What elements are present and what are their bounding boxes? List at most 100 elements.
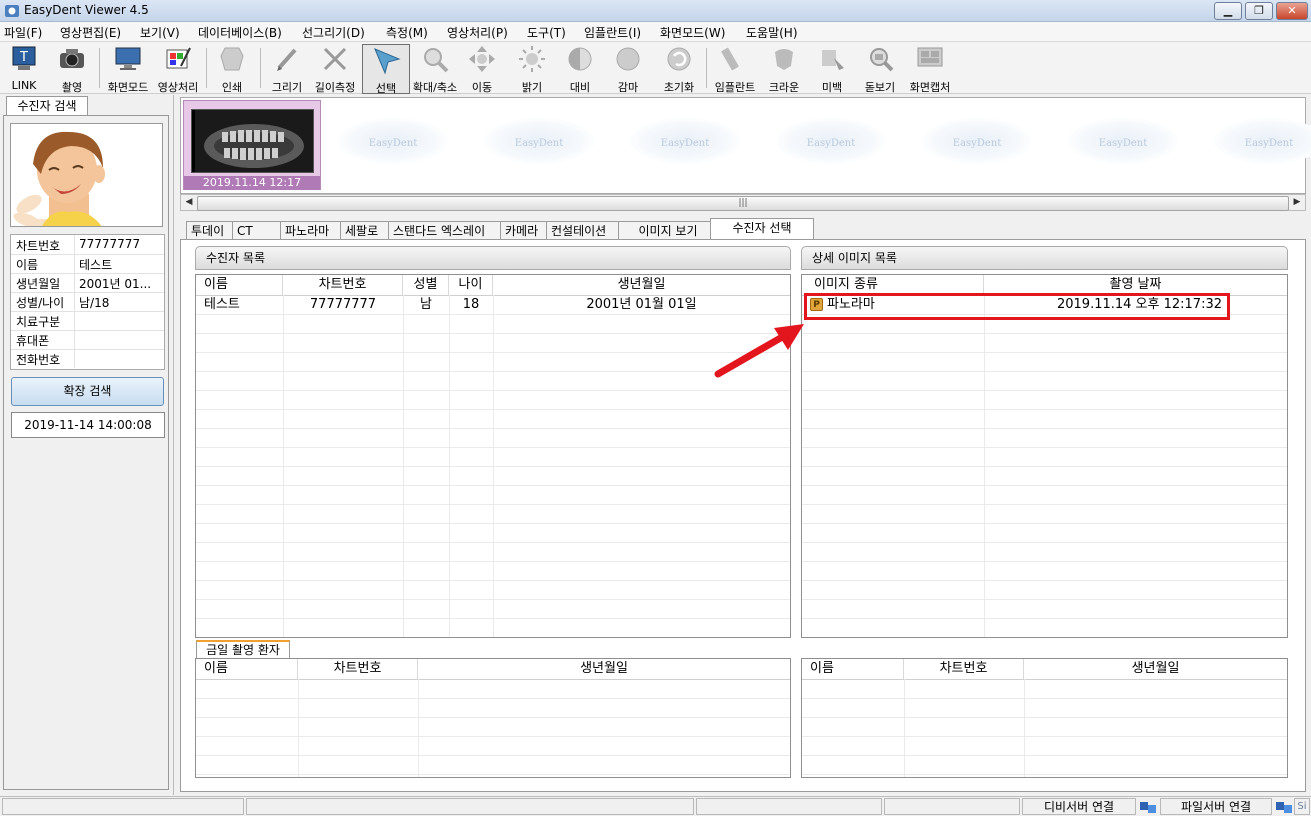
move-button[interactable]: 이동	[462, 44, 502, 94]
col-sex[interactable]: 성별	[403, 275, 449, 295]
tab-consultation[interactable]: 컨설테이션	[546, 221, 626, 241]
empty-slot-watermark: EasyDent	[333, 118, 453, 178]
scroll-left-icon[interactable]: ◀	[182, 196, 196, 209]
print-button[interactable]: 인쇄	[213, 44, 251, 94]
close-button[interactable]: ✕	[1276, 2, 1308, 20]
implant-button[interactable]: 임플란트	[711, 44, 759, 94]
col-birth[interactable]: 생년월일	[493, 275, 790, 295]
col-birth[interactable]: 생년월일	[1024, 659, 1287, 679]
file-server-status: 파일서버 연결	[1160, 798, 1272, 815]
whitening-button[interactable]: 미백	[812, 44, 852, 94]
gamma-icon	[616, 47, 640, 71]
measure-button[interactable]: 길이측정	[312, 44, 358, 94]
tab-standard-xray[interactable]: 스탠다드 엑스레이	[388, 221, 508, 241]
menu-tools[interactable]: 도구(T)	[527, 24, 566, 41]
patient-avatar-illustration	[11, 124, 162, 226]
db-connection-icon	[1140, 802, 1156, 813]
minimize-button[interactable]: ▁	[1214, 2, 1242, 20]
table-row[interactable]: 테스트 77777777 남 18 2001년 01월 01일	[196, 295, 790, 315]
brightness-button[interactable]: 밝기	[512, 44, 552, 94]
col-chart-no[interactable]: 차트번호	[904, 659, 1024, 679]
db-server-status: 디비서버 연결	[1022, 798, 1136, 815]
cursor-arrow-icon	[374, 48, 401, 75]
window-title: EasyDent Viewer 4.5	[24, 3, 149, 17]
menu-view[interactable]: 보기(V)	[140, 24, 180, 41]
tab-today-patients[interactable]: 금일 촬영 환자	[196, 640, 290, 658]
undo-icon	[667, 47, 691, 71]
capture-button[interactable]: 촬영	[50, 44, 94, 94]
col-chart-no[interactable]: 차트번호	[298, 659, 418, 679]
info-row-chart: 차트번호 77777777	[11, 235, 164, 255]
implant-icon	[721, 47, 739, 71]
scrollbar-thumb[interactable]: |||	[197, 196, 1289, 211]
today-patients-grid: 이름 차트번호 생년월일	[195, 658, 791, 778]
magnifier-icon	[870, 48, 894, 72]
info-row-name: 이름 테스트	[11, 254, 164, 274]
status-cell	[696, 798, 882, 815]
image-thumbnail[interactable]: 2019.11.14 12:17	[183, 100, 321, 190]
thumbnail-date-label: 2019.11.14 12:17	[184, 176, 320, 190]
tab-image-view[interactable]: 이미지 보기	[618, 221, 718, 241]
empty-slot-watermark: EasyDent	[1209, 118, 1311, 178]
avatar	[10, 123, 163, 227]
ruler-icon	[323, 47, 347, 71]
right-bottom-grid: 이름 차트번호 생년월일	[801, 658, 1288, 778]
menu-edit-image[interactable]: 영상편집(E)	[60, 24, 121, 41]
tab-today[interactable]: 투데이	[186, 221, 238, 241]
reset-button[interactable]: 초기화	[657, 44, 701, 94]
info-row-mobile: 휴대폰	[11, 330, 164, 350]
camera-icon	[60, 49, 84, 68]
patient-search-panel: 수진자 검색 차트번호 77777777 이름 테스트 생년월일 2001년 01..…	[0, 95, 174, 795]
panorama-xray-image	[191, 109, 314, 173]
col-name[interactable]: 이름	[196, 275, 283, 295]
thumbnail-scrollbar[interactable]: ◀ ||| ▶	[180, 194, 1306, 211]
col-birth[interactable]: 생년월일	[418, 659, 790, 679]
menu-image-processing[interactable]: 영상처리(P)	[447, 24, 508, 41]
screen-capture-button[interactable]: 화면캡처	[906, 44, 954, 94]
link-icon: T	[12, 46, 36, 70]
zoom-button[interactable]: 확대/축소	[412, 44, 458, 94]
menu-file[interactable]: 파일(F)	[4, 24, 42, 41]
gamma-button[interactable]: 감마	[608, 44, 648, 94]
menu-help[interactable]: 도움말(H)	[746, 24, 798, 41]
magnifier-button[interactable]: 돋보기	[858, 44, 902, 94]
menu-measure[interactable]: 측정(M)	[386, 24, 428, 41]
screen-mode-button[interactable]: 화면모드	[104, 44, 152, 94]
thumbnail-strip: 2019.11.14 12:17 EasyDent EasyDent EasyD…	[180, 97, 1311, 194]
palette-icon	[166, 47, 191, 69]
status-cell	[884, 798, 1020, 815]
col-image-type[interactable]: 이미지 종류	[802, 275, 984, 295]
col-name[interactable]: 이름	[196, 659, 298, 679]
extended-search-button[interactable]: 확장 검색	[11, 377, 164, 406]
col-chart-no[interactable]: 차트번호	[283, 275, 403, 295]
patient-list-columns: 이름 차트번호 성별 나이 생년월일	[196, 275, 790, 296]
menu-implant[interactable]: 임플란트(I)	[584, 24, 641, 41]
contrast-icon	[568, 47, 592, 71]
tooth-whitening-icon	[822, 50, 844, 70]
scroll-right-icon[interactable]: ▶	[1290, 196, 1304, 209]
empty-slot-watermark: EasyDent	[917, 118, 1037, 178]
patient-list-grid: 이름 차트번호 성별 나이 생년월일 테스트 77777777 남 18 200…	[195, 274, 791, 638]
print-icon	[220, 47, 244, 71]
image-processing-button[interactable]: 영상처리	[155, 44, 201, 94]
tab-patient-select[interactable]: 수진자 선택	[710, 218, 814, 241]
col-capture-date[interactable]: 촬영 날짜	[984, 275, 1287, 295]
col-name[interactable]: 이름	[802, 659, 904, 679]
link-button[interactable]: T LINK	[4, 44, 44, 92]
menu-draw-line[interactable]: 선그리기(D)	[302, 24, 365, 41]
menu-database[interactable]: 데이터베이스(B)	[198, 24, 282, 41]
draw-button[interactable]: 그리기	[267, 44, 307, 94]
contrast-button[interactable]: 대비	[560, 44, 600, 94]
info-row-phone: 전화번호	[11, 349, 164, 368]
col-age[interactable]: 나이	[449, 275, 493, 295]
app-icon	[5, 5, 19, 17]
maximize-button[interactable]: ❐	[1245, 2, 1273, 20]
tab-panorama[interactable]: 파노라마	[280, 221, 348, 241]
select-button[interactable]: 선택	[362, 44, 410, 95]
empty-slot-watermark: EasyDent	[1063, 118, 1183, 178]
menu-screen-mode[interactable]: 화면모드(W)	[660, 24, 725, 41]
crown-button[interactable]: 크라운	[764, 44, 804, 94]
tab-patient-search[interactable]: 수진자 검색	[6, 96, 88, 115]
toolbar: T LINK 촬영 화면모드 영상처리 인쇄 그리기 길이측정 선택 확대/축소…	[0, 42, 1311, 95]
empty-slot-watermark: EasyDent	[771, 118, 891, 178]
